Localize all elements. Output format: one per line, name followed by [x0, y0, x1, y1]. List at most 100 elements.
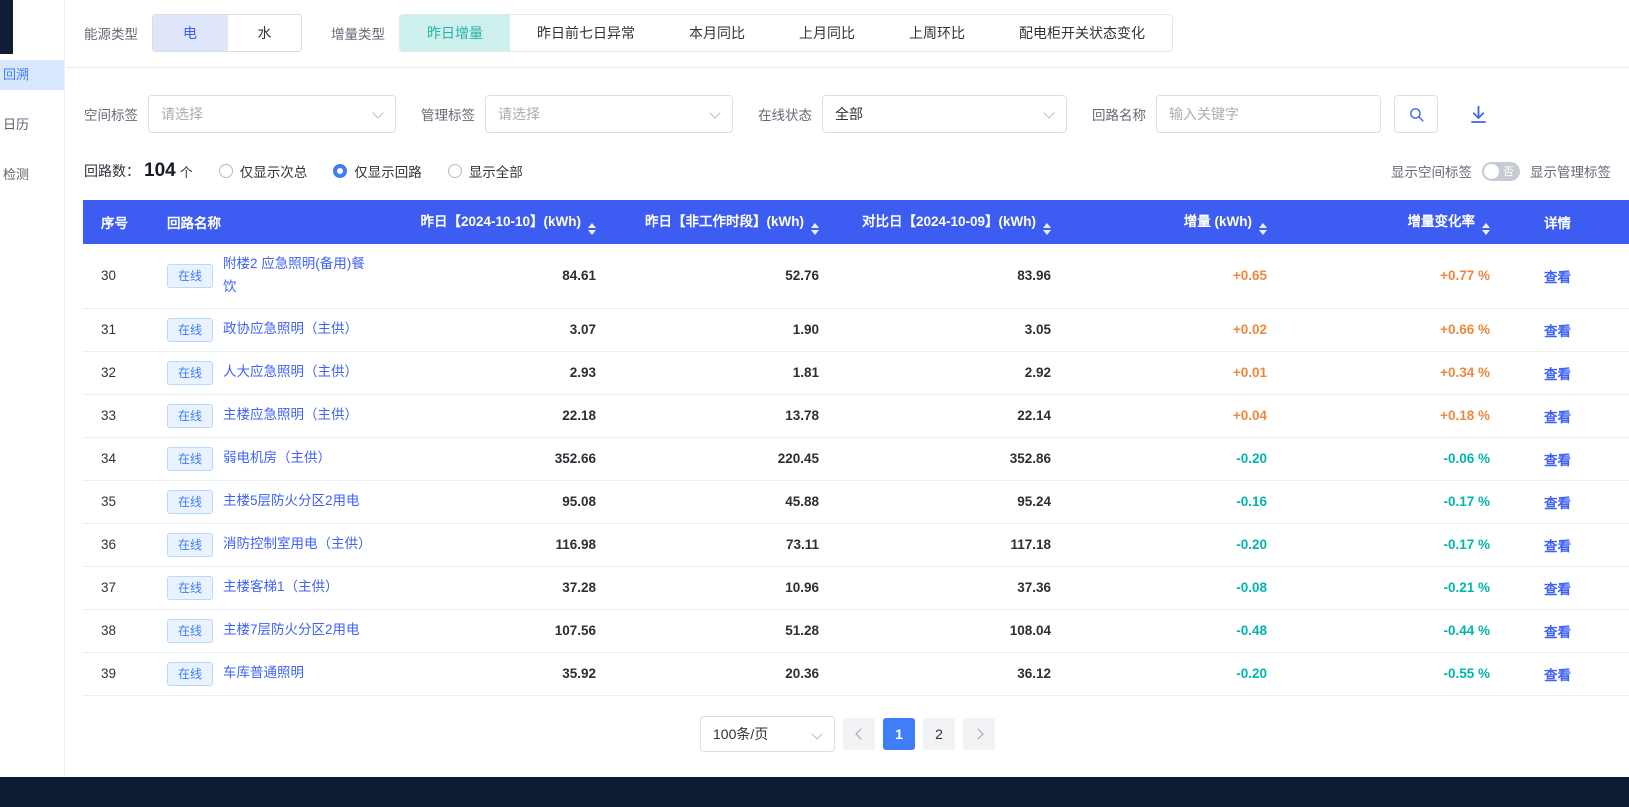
column-header-4[interactable]: 对比日【2024-10-09】(kWh) — [843, 200, 1075, 244]
sort-icon[interactable] — [1259, 223, 1267, 235]
view-detail-link[interactable]: 查看 — [1544, 668, 1571, 683]
view-detail-link[interactable]: 查看 — [1544, 539, 1571, 554]
increment-type-tab[interactable]: 配电柜开关状态变化 — [992, 15, 1172, 51]
space-tag-select[interactable]: 请选择 — [148, 95, 396, 133]
circuit-name-input[interactable] — [1156, 95, 1381, 133]
cell-nonwork: 73.11 — [620, 523, 843, 566]
circuit-name-wrap: 在线主楼客梯1（主供） — [167, 567, 375, 609]
circuit-name-wrap: 在线人大应急照明（主供） — [167, 352, 375, 394]
show-space-tag-toggle[interactable]: 否 — [1482, 162, 1520, 181]
pagination-pages: 12 — [883, 718, 955, 750]
cell-nonwork: 1.81 — [620, 351, 843, 394]
status-badge: 在线 — [167, 619, 213, 643]
prev-page-button[interactable] — [843, 718, 875, 750]
next-page-button[interactable] — [963, 718, 995, 750]
circuit-name-link[interactable]: 附楼2 应急照明(备用)餐饮 — [223, 253, 368, 299]
display-mode-radio[interactable]: 显示全部 — [448, 161, 523, 181]
page-button-2[interactable]: 2 — [923, 718, 955, 750]
column-header-6[interactable]: 增量变化率 — [1291, 200, 1514, 244]
table-row: 39在线车库普通照明35.9220.3636.12-0.20-0.55 %查看 — [83, 652, 1629, 695]
view-detail-link[interactable]: 查看 — [1544, 270, 1571, 285]
cell-index: 33 — [83, 394, 167, 437]
page-size-select[interactable]: 100条/页 — [700, 716, 835, 752]
sidebar: 回溯日历检测 — [0, 0, 65, 777]
increment-type-tab[interactable]: 本月同比 — [662, 15, 772, 51]
column-header-1: 回路名称 — [167, 200, 375, 244]
table-row: 36在线消防控制室用电（主供）116.9873.11117.18-0.20-0.… — [83, 523, 1629, 566]
manage-tag-label: 管理标签 — [421, 104, 475, 124]
cell-rate: +0.18 % — [1291, 394, 1514, 437]
cell-detail: 查看 — [1514, 566, 1629, 609]
cell-detail: 查看 — [1514, 480, 1629, 523]
table-row: 30在线附楼2 应急照明(备用)餐饮84.6152.7683.96+0.65+0… — [83, 244, 1629, 308]
sort-icon[interactable] — [811, 223, 819, 235]
chevron-down-icon — [811, 728, 822, 739]
sort-icon[interactable] — [1482, 223, 1490, 235]
sort-icon[interactable] — [1043, 223, 1051, 235]
cell-detail: 查看 — [1514, 609, 1629, 652]
cell-index: 38 — [83, 609, 167, 652]
manage-tag-select[interactable]: 请选择 — [485, 95, 733, 133]
chevron-down-icon — [372, 107, 383, 118]
sort-icon[interactable] — [588, 223, 596, 235]
cell-compare: 36.12 — [843, 652, 1075, 695]
circuit-name-link[interactable]: 主楼应急照明（主供） — [223, 404, 368, 427]
sidebar-item[interactable]: 回溯 — [0, 60, 64, 90]
sidebar-item[interactable]: 检测 — [0, 160, 64, 190]
cell-delta: -0.20 — [1075, 652, 1291, 695]
circuit-name-link[interactable]: 主楼7层防火分区2用电 — [223, 619, 368, 642]
circuit-table: 序号回路名称昨日【2024-10-10】(kWh)昨日【非工作时段】(kWh)对… — [83, 200, 1629, 696]
status-badge: 在线 — [167, 447, 213, 471]
caret-up-icon — [1482, 223, 1490, 228]
circuit-name-link[interactable]: 车库普通照明 — [223, 662, 368, 685]
circuit-name-wrap: 在线车库普通照明 — [167, 653, 375, 695]
sidebar-item[interactable]: 日历 — [0, 110, 64, 140]
page-button-1[interactable]: 1 — [883, 718, 915, 750]
increment-type-tab[interactable]: 上月同比 — [772, 15, 882, 51]
column-header-3[interactable]: 昨日【非工作时段】(kWh) — [620, 200, 843, 244]
summary-bar: 回路数： 104 个 仅显示次总仅显示回路显示全部 显示空间标签 否 显示管理标… — [66, 148, 1629, 200]
view-detail-link[interactable]: 查看 — [1544, 324, 1571, 339]
column-title: 对比日【2024-10-09】(kWh) — [862, 214, 1036, 229]
cell-rate: +0.66 % — [1291, 308, 1514, 351]
view-detail-link[interactable]: 查看 — [1544, 582, 1571, 597]
circuit-name-link[interactable]: 消防控制室用电（主供） — [223, 533, 368, 556]
cell-rate: +0.34 % — [1291, 351, 1514, 394]
circuit-name-link[interactable]: 主楼5层防火分区2用电 — [223, 490, 368, 513]
increment-type-tab[interactable]: 昨日前七日异常 — [510, 15, 662, 51]
view-detail-link[interactable]: 查看 — [1544, 496, 1571, 511]
display-mode-radio[interactable]: 仅显示回路 — [333, 161, 422, 181]
caret-up-icon — [1259, 223, 1267, 228]
cell-index: 32 — [83, 351, 167, 394]
download-button[interactable] — [1468, 104, 1489, 125]
view-detail-link[interactable]: 查看 — [1544, 367, 1571, 382]
display-mode-radio[interactable]: 仅显示次总 — [219, 161, 308, 181]
column-header-5[interactable]: 增量 (kWh) — [1075, 200, 1291, 244]
space-tag-label: 空间标签 — [84, 104, 138, 124]
table-row: 32在线人大应急照明（主供）2.931.812.92+0.01+0.34 %查看 — [83, 351, 1629, 394]
display-mode-radios: 仅显示次总 仅显示回路 显示全部 — [219, 161, 523, 181]
increment-type-tab[interactable]: 昨日增量 — [400, 15, 510, 51]
circuit-name-link[interactable]: 政协应急照明（主供） — [223, 318, 368, 341]
cell-detail: 查看 — [1514, 652, 1629, 695]
column-title: 回路名称 — [167, 216, 221, 231]
cell-compare: 37.36 — [843, 566, 1075, 609]
online-status-select[interactable]: 全部 — [822, 95, 1067, 133]
circuit-name-link[interactable]: 主楼客梯1（主供） — [223, 576, 368, 599]
cell-yesterday: 22.18 — [375, 394, 620, 437]
view-detail-link[interactable]: 查看 — [1544, 625, 1571, 640]
energy-type-option[interactable]: 电 — [153, 15, 227, 51]
caret-down-icon — [588, 230, 596, 235]
cell-yesterday: 352.66 — [375, 437, 620, 480]
increment-type-tab[interactable]: 上周环比 — [882, 15, 992, 51]
energy-type-option[interactable]: 水 — [227, 15, 301, 51]
manage-tag-placeholder: 请选择 — [498, 104, 540, 124]
cell-nonwork: 51.28 — [620, 609, 843, 652]
circuit-name-link[interactable]: 人大应急照明（主供） — [223, 361, 368, 384]
column-header-2[interactable]: 昨日【2024-10-10】(kWh) — [375, 200, 620, 244]
view-detail-link[interactable]: 查看 — [1544, 410, 1571, 425]
column-title: 详情 — [1544, 216, 1571, 231]
search-button[interactable] — [1394, 95, 1438, 133]
circuit-name-link[interactable]: 弱电机房（主供） — [223, 447, 368, 470]
view-detail-link[interactable]: 查看 — [1544, 453, 1571, 468]
